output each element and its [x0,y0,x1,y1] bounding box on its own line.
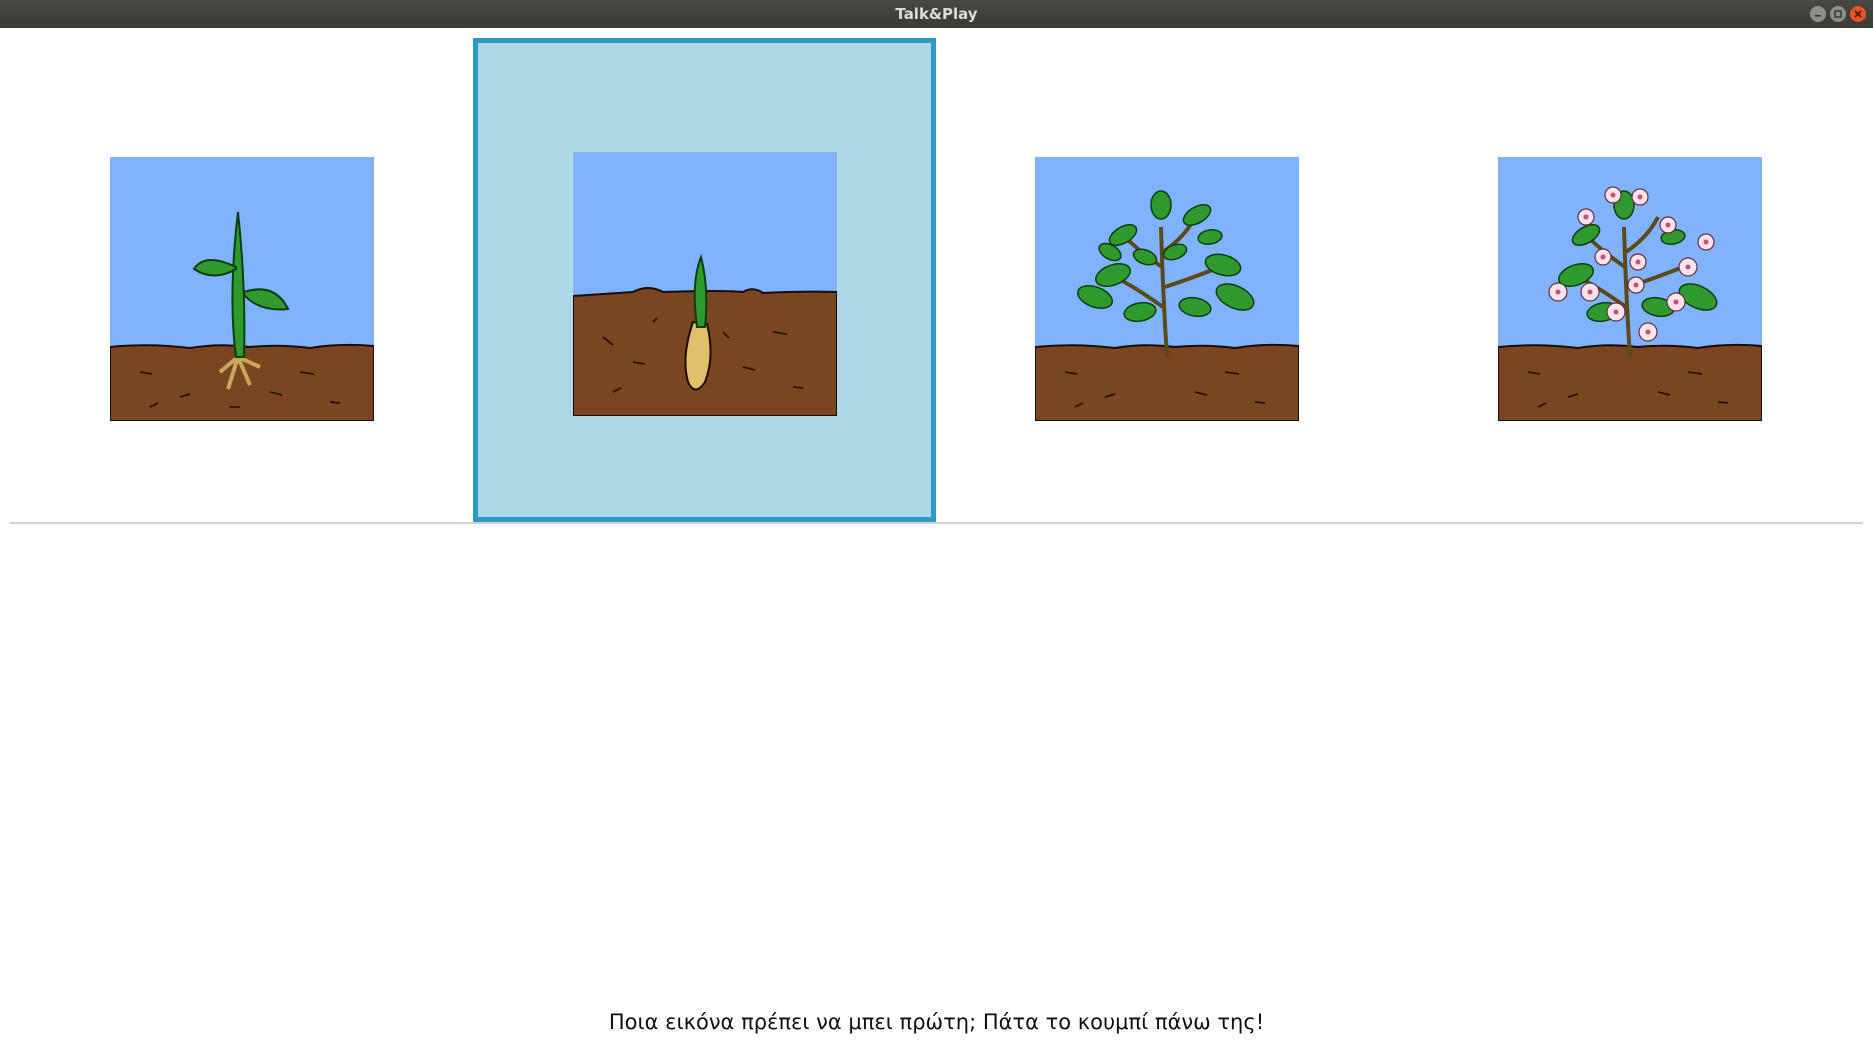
divider [10,522,1863,524]
minimize-button[interactable] [1810,6,1826,22]
image-card-4[interactable] [1399,38,1862,522]
window-titlebar: Talk&Play [0,0,1873,28]
germinating-seed-icon [573,152,837,416]
close-icon [1854,10,1862,18]
image-card-2[interactable] [473,38,936,522]
image-card-1[interactable] [11,38,474,522]
window-title: Talk&Play [895,5,978,23]
maximize-button[interactable] [1830,6,1846,22]
flowering-plant-icon [1498,157,1762,421]
instruction-text: Ποια εικόνα πρέπει να μπει πρώτη; Πάτα τ… [608,1010,1265,1034]
leafy-plant-icon [1035,157,1299,421]
sprout-with-leaves-icon [110,157,374,421]
maximize-icon [1834,10,1842,18]
image-card-3[interactable] [936,38,1399,522]
close-button[interactable] [1850,6,1866,22]
sequencing-game-area [0,28,1873,1053]
minimize-icon [1815,15,1821,17]
